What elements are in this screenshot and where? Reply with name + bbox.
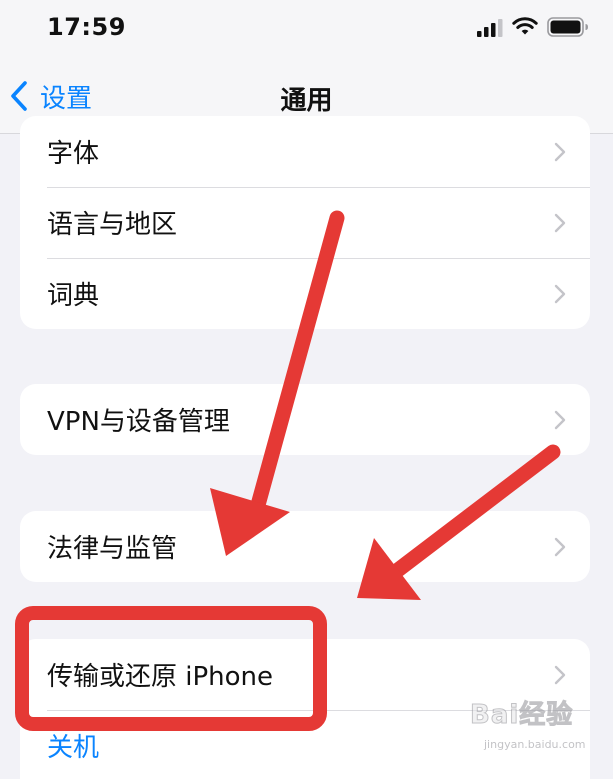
cellular-signal-icon	[477, 19, 503, 37]
row-label: 关机	[47, 733, 100, 763]
settings-group-reset: 传输或还原 iPhone 关机	[20, 639, 590, 779]
settings-group-legal: 法律与监管	[20, 511, 590, 582]
settings-row-dictionary[interactable]: 词典	[20, 258, 590, 329]
status-time: 17:59	[47, 13, 126, 41]
settings-group-vpn: VPN与设备管理	[20, 384, 590, 455]
chevron-right-icon	[554, 537, 566, 556]
settings-row-vpn-device-management[interactable]: VPN与设备管理	[20, 384, 590, 455]
row-label: VPN与设备管理	[47, 407, 230, 437]
chevron-right-icon	[554, 665, 566, 684]
chevron-right-icon	[554, 284, 566, 303]
settings-row-language-region[interactable]: 语言与地区	[20, 187, 590, 258]
settings-row-fonts[interactable]: 字体	[20, 116, 590, 187]
settings-row-legal-regulatory[interactable]: 法律与监管	[20, 511, 590, 582]
status-bar: 17:59	[0, 0, 613, 58]
page-title: 通用	[280, 86, 333, 116]
wifi-icon	[512, 17, 538, 35]
settings-row-transfer-reset-iphone[interactable]: 传输或还原 iPhone	[20, 639, 590, 710]
battery-icon	[547, 17, 588, 37]
row-label: 语言与地区	[47, 210, 178, 240]
row-label: 字体	[47, 139, 100, 169]
chevron-right-icon	[554, 410, 566, 429]
row-label: 传输或还原 iPhone	[47, 662, 274, 692]
chevron-right-icon	[554, 142, 566, 161]
row-label: 词典	[47, 281, 100, 311]
row-label: 法律与监管	[47, 534, 178, 564]
settings-group-language: 字体 语言与地区 词典	[20, 116, 590, 329]
chevron-right-icon	[554, 213, 566, 232]
